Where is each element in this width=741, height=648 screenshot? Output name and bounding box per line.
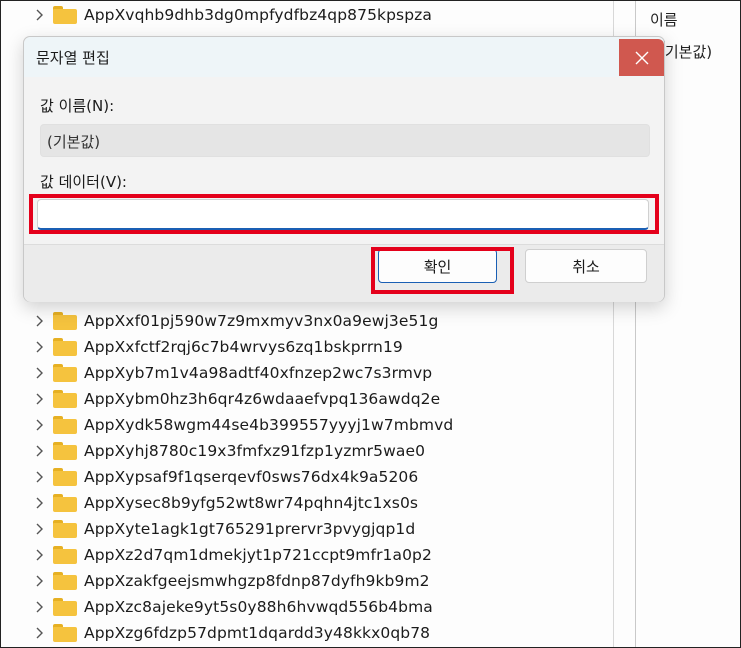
folder-icon xyxy=(53,312,77,330)
tree-row[interactable]: AppXzakfgeejsmwhgzp8fdnp87dyfh9kb9m2 xyxy=(1,568,601,594)
tree-row-label: AppXzakfgeejsmwhgzp8fdnp87dyfh9kb9m2 xyxy=(84,572,430,590)
chevron-right-icon[interactable] xyxy=(34,627,46,639)
chevron-right-icon[interactable] xyxy=(34,393,46,405)
registry-editor-window: AppXvqhb9dhb3dg0mpfydfbz4qp875kpspza App… xyxy=(0,0,741,648)
value-data-label: 값 데이터(V): xyxy=(40,173,127,191)
dialog-title: 문자열 편집 xyxy=(36,49,110,67)
folder-icon xyxy=(53,364,77,382)
tree-row[interactable]: AppXydk58wgm44se4b399557yyyj1w7mbmvd xyxy=(1,412,601,438)
chevron-right-icon[interactable] xyxy=(34,601,46,613)
tree-row-label: AppXyhj8780c19x3fmfxz91fzp1yzmr5wae0 xyxy=(84,442,426,460)
folder-icon xyxy=(53,6,77,24)
tree-row-label: AppXyte1agk1gt765291prervr3pvygjqp1d xyxy=(84,520,416,538)
folder-icon xyxy=(53,520,77,538)
folder-icon xyxy=(53,572,77,590)
folder-icon xyxy=(53,546,77,564)
tree-row-label: AppXxf01pj590w7z9mxmyv3nx0a9ewj3e51g xyxy=(84,312,439,330)
default-value-entry[interactable]: (기본값) xyxy=(659,41,712,62)
tree-row-label: AppXzc8ajeke9yt5s0y88h6hvwqd556b4bma xyxy=(84,598,433,616)
folder-icon xyxy=(53,598,77,616)
dialog-titlebar[interactable]: 문자열 편집 xyxy=(24,37,664,77)
ok-button-highlight-box xyxy=(371,247,514,294)
close-icon xyxy=(635,51,648,64)
tree-row-label: AppXydk58wgm44se4b399557yyyj1w7mbmvd xyxy=(84,416,454,434)
tree-row[interactable]: AppXybm0hz3h6qr4z6wdaaefvpq136awdq2e xyxy=(1,386,601,412)
folder-icon xyxy=(53,416,77,434)
tree-row[interactable]: AppXzc8ajeke9yt5s0y88h6hvwqd556b4bma xyxy=(1,594,601,620)
tree-row[interactable]: AppXypsaf9f1qserqevf0sws76dx4k9a5206 xyxy=(1,464,601,490)
tree-row[interactable]: AppXvqhb9dhb3dg0mpfydfbz4qp875kpspza xyxy=(1,2,601,28)
tree-row[interactable]: AppXz2d7qm1dmekjyt1p721ccpt9mfr1a0p2 xyxy=(1,542,601,568)
tree-row-label: AppXybm0hz3h6qr4z6wdaaefvpq136awdq2e xyxy=(84,390,441,408)
folder-icon xyxy=(53,338,77,356)
chevron-right-icon[interactable] xyxy=(34,315,46,327)
cancel-button[interactable]: 취소 xyxy=(525,249,647,283)
chevron-right-icon[interactable] xyxy=(34,575,46,587)
chevron-right-icon[interactable] xyxy=(34,549,46,561)
tree-row-label: AppXvqhb9dhb3dg0mpfydfbz4qp875kpspza xyxy=(84,6,432,24)
tree-row-label: AppXxfctf2rqj6c7b4wrvys6zq1bskprrn19 xyxy=(84,338,403,356)
tree-row[interactable]: AppXysec8b9yfg52wt8wr74pqhn4jtc1xs0s xyxy=(1,490,601,516)
chevron-right-icon[interactable] xyxy=(34,445,46,457)
folder-icon xyxy=(53,468,77,486)
value-name-text: (기본값) xyxy=(47,133,101,151)
name-column-header[interactable]: 이름 xyxy=(650,9,678,30)
tree-row[interactable]: AppXyb7m1v4a98adtf40xfnzep2wc7s3rmvp xyxy=(1,360,601,386)
edit-string-dialog: 문자열 편집 값 이름(N): (기본값) 값 데이터(V): 확인 취소 xyxy=(23,36,665,302)
folder-icon xyxy=(53,442,77,460)
tree-row-label: AppXyb7m1v4a98adtf40xfnzep2wc7s3rmvp xyxy=(84,364,433,382)
tree-row[interactable]: AppXyhj8780c19x3fmfxz91fzp1yzmr5wae0 xyxy=(1,438,601,464)
tree-row-label: AppXzg6fdzp57dpmt1dqardd3y48kkx0qb78 xyxy=(84,624,431,642)
tree-row-label: AppXypsaf9f1qserqevf0sws76dx4k9a5206 xyxy=(84,468,419,486)
chevron-right-icon[interactable] xyxy=(34,341,46,353)
folder-icon xyxy=(53,624,77,642)
folder-icon xyxy=(53,390,77,408)
chevron-right-icon[interactable] xyxy=(34,419,46,431)
close-button[interactable] xyxy=(619,39,664,76)
tree-row[interactable]: AppXyte1agk1gt765291prervr3pvygjqp1d xyxy=(1,516,601,542)
folder-icon xyxy=(53,494,77,512)
chevron-right-icon[interactable] xyxy=(34,523,46,535)
chevron-right-icon[interactable] xyxy=(34,497,46,509)
value-name-label: 값 이름(N): xyxy=(40,97,115,115)
chevron-right-icon[interactable] xyxy=(34,367,46,379)
tree-row[interactable]: AppXxf01pj590w7z9mxmyv3nx0a9ewj3e51g xyxy=(1,308,601,334)
chevron-right-icon[interactable] xyxy=(34,471,46,483)
chevron-right-icon[interactable] xyxy=(34,9,46,21)
tree-row-label: AppXz2d7qm1dmekjyt1p721ccpt9mfr1a0p2 xyxy=(84,546,432,564)
value-name-field: (기본값) xyxy=(40,124,650,157)
tree-row-label: AppXysec8b9yfg52wt8wr74pqhn4jtc1xs0s xyxy=(84,494,419,512)
tree-row[interactable]: AppXxfctf2rqj6c7b4wrvys6zq1bskprrn19 xyxy=(1,334,601,360)
value-data-highlight-box xyxy=(29,194,659,234)
tree-row[interactable]: AppXzg6fdzp57dpmt1dqardd3y48kkx0qb78 xyxy=(1,620,601,646)
